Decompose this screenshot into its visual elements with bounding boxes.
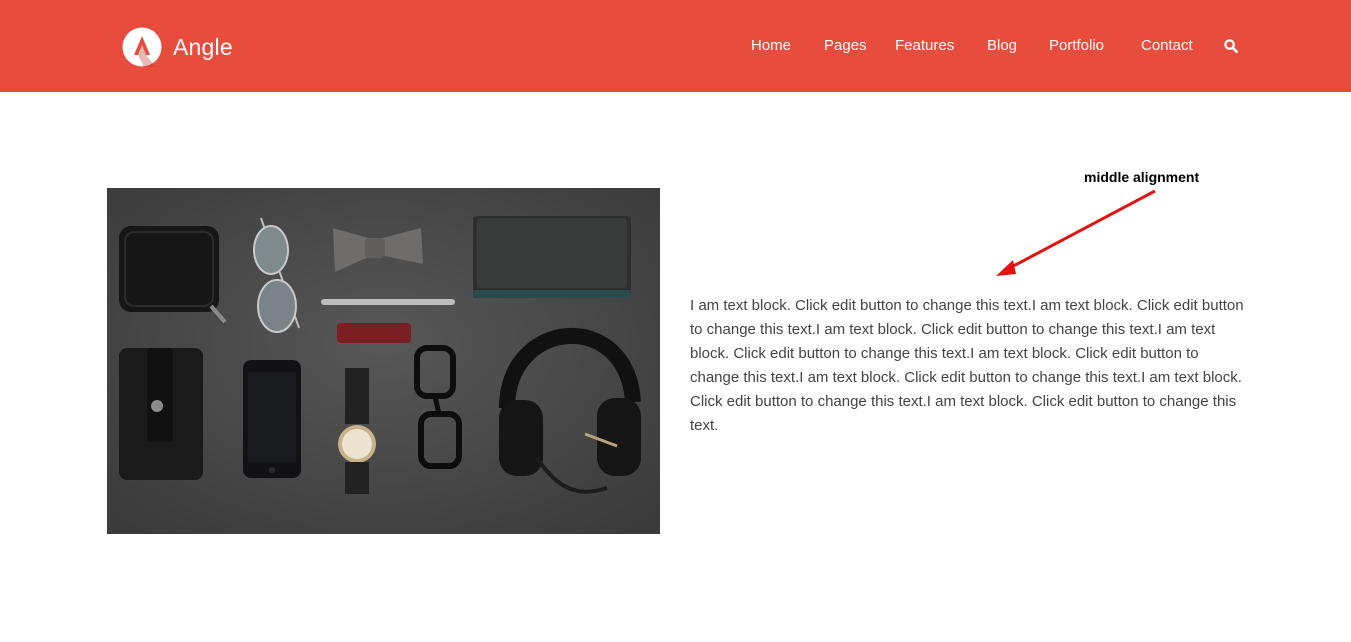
phone-pouch-icon — [119, 348, 203, 480]
text-block: I am text block. Click edit button to ch… — [690, 297, 1244, 434]
smartphone-icon — [243, 360, 301, 478]
notebook-icon — [473, 216, 631, 298]
nav-item-features[interactable]: Features — [895, 34, 954, 58]
lipstick-icon — [337, 323, 411, 343]
annotation-label: middle alignment — [1084, 169, 1200, 185]
nav-item-portfolio[interactable]: Portfolio — [1049, 34, 1104, 58]
search-icon[interactable] — [1224, 39, 1239, 54]
pen-icon — [321, 299, 455, 305]
nav-item-contact[interactable]: Contact — [1141, 34, 1193, 58]
wallet-icon — [119, 226, 227, 324]
nav-item-pages[interactable]: Pages — [824, 34, 867, 58]
site-header: Angle Home Pages Features Blog Portfolio… — [0, 0, 1351, 92]
angle-logo-icon — [122, 27, 162, 67]
flat-lay-accessories-photo — [107, 188, 660, 534]
annotation-arrow-icon — [996, 189, 1156, 276]
brand-name: Angle — [173, 33, 233, 60]
nav-item-blog[interactable]: Blog — [987, 34, 1017, 58]
nav-item-home[interactable]: Home — [751, 34, 791, 58]
brand-link[interactable]: Angle — [122, 27, 233, 67]
